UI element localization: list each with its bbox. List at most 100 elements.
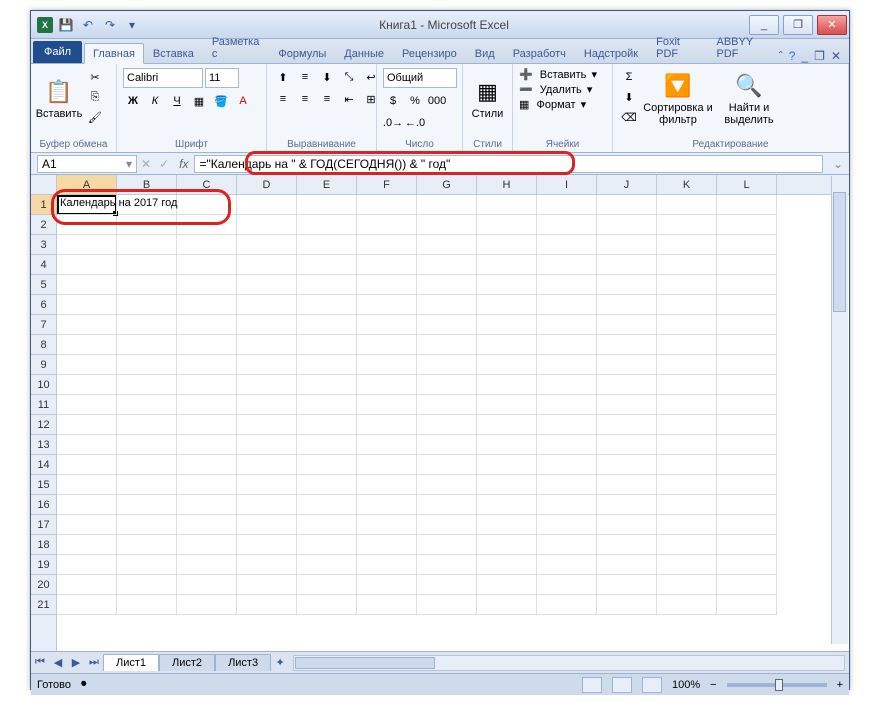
column-header-H[interactable]: H	[477, 175, 537, 194]
cell-C4[interactable]	[177, 255, 237, 275]
align-top-button[interactable]: ⬆	[273, 68, 293, 86]
cell-G1[interactable]	[417, 195, 477, 215]
row-header-7[interactable]: 7	[31, 315, 56, 335]
cell-K8[interactable]	[657, 335, 717, 355]
cell-D11[interactable]	[237, 395, 297, 415]
worksheet-grid[interactable]: 123456789101112131415161718192021 ABCDEF…	[31, 175, 849, 651]
minimize-ribbon-icon[interactable]: ˆ	[779, 49, 783, 63]
sheet-tab-1[interactable]: Лист1	[103, 654, 159, 671]
cell-C3[interactable]	[177, 235, 237, 255]
cell-I17[interactable]	[537, 515, 597, 535]
tab-file[interactable]: Файл	[33, 41, 82, 63]
cell-F1[interactable]	[357, 195, 417, 215]
cell-J13[interactable]	[597, 435, 657, 455]
cell-F13[interactable]	[357, 435, 417, 455]
cell-K4[interactable]	[657, 255, 717, 275]
cell-F9[interactable]	[357, 355, 417, 375]
column-header-D[interactable]: D	[237, 175, 297, 194]
sheet-nav-next[interactable]: ▶	[67, 654, 85, 672]
cell-A3[interactable]	[57, 235, 117, 255]
cell-I5[interactable]	[537, 275, 597, 295]
maximize-button[interactable]: ❐	[783, 15, 813, 35]
cell-L12[interactable]	[717, 415, 777, 435]
cell-I16[interactable]	[537, 495, 597, 515]
number-format-combo[interactable]	[383, 68, 457, 88]
cell-K14[interactable]	[657, 455, 717, 475]
cell-E14[interactable]	[297, 455, 357, 475]
cell-D1[interactable]	[237, 195, 297, 215]
cell-D19[interactable]	[237, 555, 297, 575]
cell-K12[interactable]	[657, 415, 717, 435]
cell-E18[interactable]	[297, 535, 357, 555]
cell-A5[interactable]	[57, 275, 117, 295]
cell-A12[interactable]	[57, 415, 117, 435]
cell-K3[interactable]	[657, 235, 717, 255]
row-header-3[interactable]: 3	[31, 235, 56, 255]
cell-I10[interactable]	[537, 375, 597, 395]
zoom-level[interactable]: 100%	[672, 679, 700, 691]
cell-H18[interactable]	[477, 535, 537, 555]
cell-B17[interactable]	[117, 515, 177, 535]
cell-L20[interactable]	[717, 575, 777, 595]
cell-F16[interactable]	[357, 495, 417, 515]
cell-E2[interactable]	[297, 215, 357, 235]
cell-K7[interactable]	[657, 315, 717, 335]
cell-F6[interactable]	[357, 295, 417, 315]
cell-J15[interactable]	[597, 475, 657, 495]
cell-B18[interactable]	[117, 535, 177, 555]
cell-B13[interactable]	[117, 435, 177, 455]
cell-K21[interactable]	[657, 595, 717, 615]
cell-B11[interactable]	[117, 395, 177, 415]
row-header-2[interactable]: 2	[31, 215, 56, 235]
select-all-corner[interactable]	[31, 175, 56, 195]
cancel-formula-icon[interactable]: ✕	[137, 157, 155, 171]
underline-button[interactable]: Ч	[167, 92, 187, 110]
cell-A4[interactable]	[57, 255, 117, 275]
cell-E21[interactable]	[297, 595, 357, 615]
row-header-20[interactable]: 20	[31, 575, 56, 595]
cell-C14[interactable]	[177, 455, 237, 475]
find-select-button[interactable]: 🔍 Найти и выделить	[717, 68, 781, 132]
cell-L16[interactable]	[717, 495, 777, 515]
cell-F17[interactable]	[357, 515, 417, 535]
cell-L9[interactable]	[717, 355, 777, 375]
cell-D5[interactable]	[237, 275, 297, 295]
row-header-14[interactable]: 14	[31, 455, 56, 475]
tab-data[interactable]: Данные	[335, 43, 393, 63]
column-header-F[interactable]: F	[357, 175, 417, 194]
new-sheet-button[interactable]: ✦	[271, 654, 289, 672]
column-header-L[interactable]: L	[717, 175, 777, 194]
decrease-indent-button[interactable]: ⇤	[339, 90, 359, 108]
cell-K16[interactable]	[657, 495, 717, 515]
cell-F18[interactable]	[357, 535, 417, 555]
delete-cells-button[interactable]: ➖ Удалить ▾	[519, 83, 592, 96]
cell-D10[interactable]	[237, 375, 297, 395]
clear-button[interactable]: ⌫	[619, 108, 639, 126]
cell-L4[interactable]	[717, 255, 777, 275]
styles-button[interactable]: ▦ Стили	[469, 68, 506, 132]
copy-button[interactable]: ⎘	[85, 88, 105, 106]
border-button[interactable]: ▦	[189, 92, 209, 110]
cell-K2[interactable]	[657, 215, 717, 235]
cell-J9[interactable]	[597, 355, 657, 375]
cell-G11[interactable]	[417, 395, 477, 415]
cell-C9[interactable]	[177, 355, 237, 375]
cell-G16[interactable]	[417, 495, 477, 515]
font-color-button[interactable]: A	[233, 92, 253, 110]
tab-foxit[interactable]: Foxit PDF	[647, 31, 707, 63]
cell-C10[interactable]	[177, 375, 237, 395]
cell-J12[interactable]	[597, 415, 657, 435]
font-name-combo[interactable]	[123, 68, 203, 88]
cell-D4[interactable]	[237, 255, 297, 275]
cell-H21[interactable]	[477, 595, 537, 615]
cell-A11[interactable]	[57, 395, 117, 415]
cell-H9[interactable]	[477, 355, 537, 375]
cell-B10[interactable]	[117, 375, 177, 395]
zoom-out-button[interactable]: −	[710, 679, 716, 691]
cell-J10[interactable]	[597, 375, 657, 395]
vertical-scrollbar[interactable]	[831, 176, 848, 644]
cell-E8[interactable]	[297, 335, 357, 355]
cell-L19[interactable]	[717, 555, 777, 575]
row-header-8[interactable]: 8	[31, 335, 56, 355]
cell-E5[interactable]	[297, 275, 357, 295]
